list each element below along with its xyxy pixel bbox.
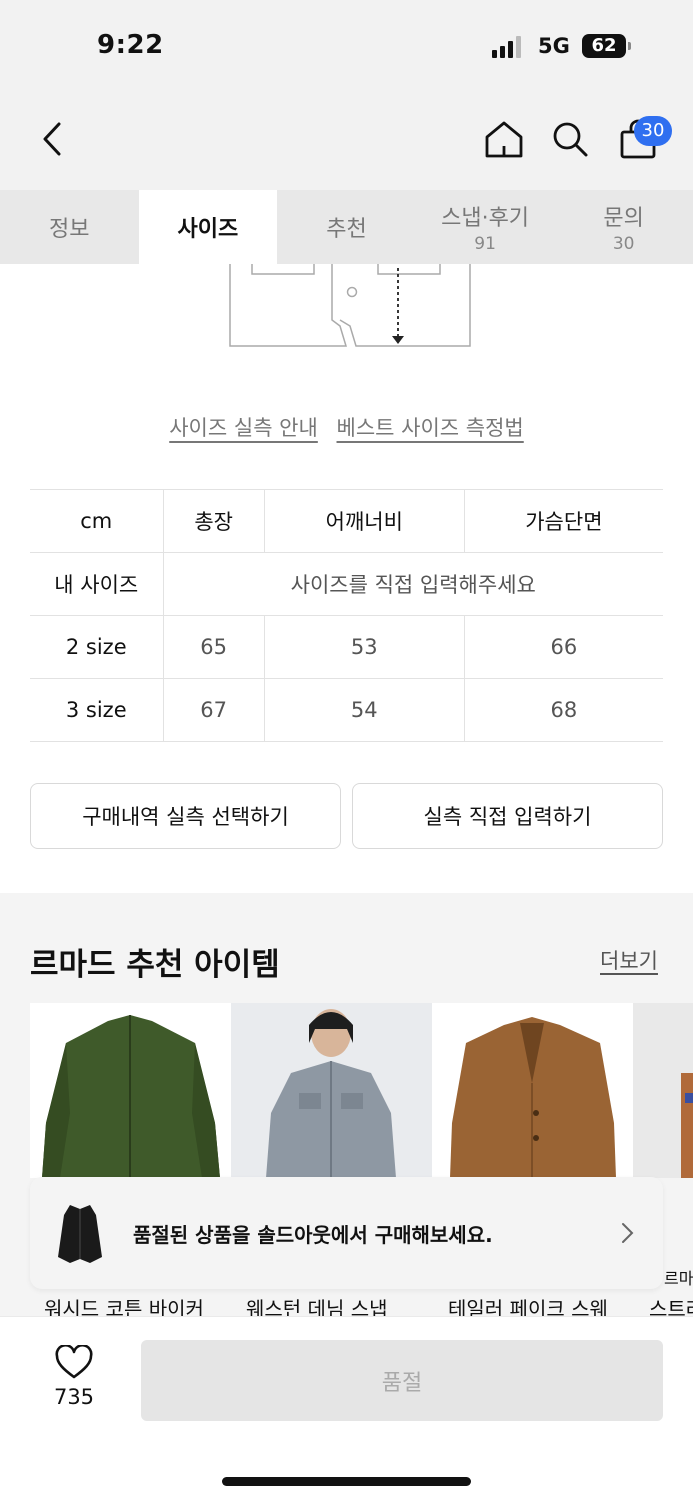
bottom-bar: 735 품절 [0, 1316, 693, 1500]
column-header: 어깨너비 [263, 489, 465, 553]
column-header: 가슴단면 [463, 489, 663, 553]
product-card[interactable] [231, 1003, 432, 1178]
product-image [450, 1017, 616, 1178]
heart-icon [55, 1345, 93, 1379]
tab-size[interactable]: 사이즈 [138, 190, 278, 264]
table-cell: 68 [463, 678, 663, 742]
product-card[interactable] [30, 1003, 231, 1178]
direct-size-input-button[interactable]: 실측 직접 입력하기 [352, 783, 663, 849]
product-image [42, 1015, 220, 1178]
home-button[interactable] [480, 115, 528, 163]
column-header: cm [30, 489, 163, 553]
tab-snap-review[interactable]: 스냅·후기 91 [416, 190, 555, 264]
size-guide-illustration [229, 264, 471, 347]
app-header [0, 95, 693, 190]
purchase-history-size-button[interactable]: 구매내역 실측 선택하기 [30, 783, 341, 849]
tab-label: 추천 [326, 217, 367, 242]
best-size-method-link[interactable]: 베스트 사이즈 측정법 [337, 416, 524, 440]
table-header-row: cm 총장 어깨너비 가슴단면 [30, 489, 663, 553]
home-icon [485, 121, 523, 158]
tab-label: 정보 [49, 217, 90, 242]
table-cell: 53 [263, 615, 465, 679]
table-cell: 67 [162, 678, 265, 742]
soldout-banner-text: 품절된 상품을 솔드아웃에서 구매해보세요. [133, 1223, 493, 1247]
table-cell: 54 [263, 678, 465, 742]
tab-label: 문의 [603, 206, 644, 231]
chevron-right-icon [622, 1223, 634, 1243]
back-button[interactable] [28, 115, 76, 163]
product-card[interactable] [633, 1003, 693, 1178]
table-row: 2 size 65 53 66 [30, 615, 663, 679]
tab-count: 91 [474, 234, 496, 254]
soldout-button[interactable]: 품절 [141, 1340, 663, 1421]
status-time: 9:22 [97, 30, 164, 60]
product-card[interactable] [432, 1003, 633, 1178]
table-cell: 66 [463, 615, 663, 679]
cart-count-badge: 30 [634, 116, 672, 146]
signal-icon [492, 36, 524, 58]
product-image [266, 1009, 396, 1178]
tab-bar: 정보 사이즈 추천 스냅·후기 91 문의 30 [0, 190, 693, 264]
tab-count: 30 [612, 234, 635, 254]
my-size-input-prompt[interactable]: 사이즈를 직접 입력해주세요 [162, 552, 663, 616]
table-cell: 65 [162, 615, 265, 679]
table-row: 3 size 67 54 68 [30, 678, 663, 742]
tab-label: 스냅·후기 [441, 206, 530, 231]
product-brand-partial: 르마드 [664, 1269, 693, 1288]
like-count: 735 [53, 1385, 95, 1409]
soldout-banner[interactable]: 품절된 상품을 솔드아웃에서 구매해보세요. [30, 1177, 663, 1289]
tab-recommend[interactable]: 추천 [277, 190, 416, 264]
vest-thumbnail [58, 1205, 102, 1263]
section-title: 르마드 추천 아이템 [30, 947, 280, 983]
chevron-left-icon [43, 122, 61, 156]
more-link[interactable]: 더보기 [600, 945, 658, 975]
column-header: 총장 [162, 489, 265, 553]
size-measure-guide-link[interactable]: 사이즈 실측 안내 [169, 416, 318, 440]
row-header: 2 size [30, 615, 163, 679]
size-table: cm 총장 어깨너비 가슴단면 내 사이즈 사이즈를 직접 입력해주세요 2 s… [30, 489, 663, 742]
row-header: 3 size [30, 678, 163, 742]
tab-info[interactable]: 정보 [0, 190, 139, 264]
tab-inquiry[interactable]: 문의 30 [554, 190, 693, 264]
size-guide-links: 사이즈 실측 안내 베스트 사이즈 측정법 [0, 412, 693, 442]
row-header: 내 사이즈 [30, 552, 163, 616]
battery-icon: 62 [582, 34, 631, 58]
product-image [681, 1073, 693, 1178]
search-icon [553, 122, 588, 157]
search-button[interactable] [546, 115, 594, 163]
tab-label: 사이즈 [177, 217, 239, 242]
home-indicator [222, 1477, 471, 1486]
my-size-row[interactable]: 내 사이즈 사이즈를 직접 입력해주세요 [30, 552, 663, 616]
network-label: 5G [538, 34, 570, 58]
status-bar: 9:22 5G 62 [0, 0, 693, 95]
